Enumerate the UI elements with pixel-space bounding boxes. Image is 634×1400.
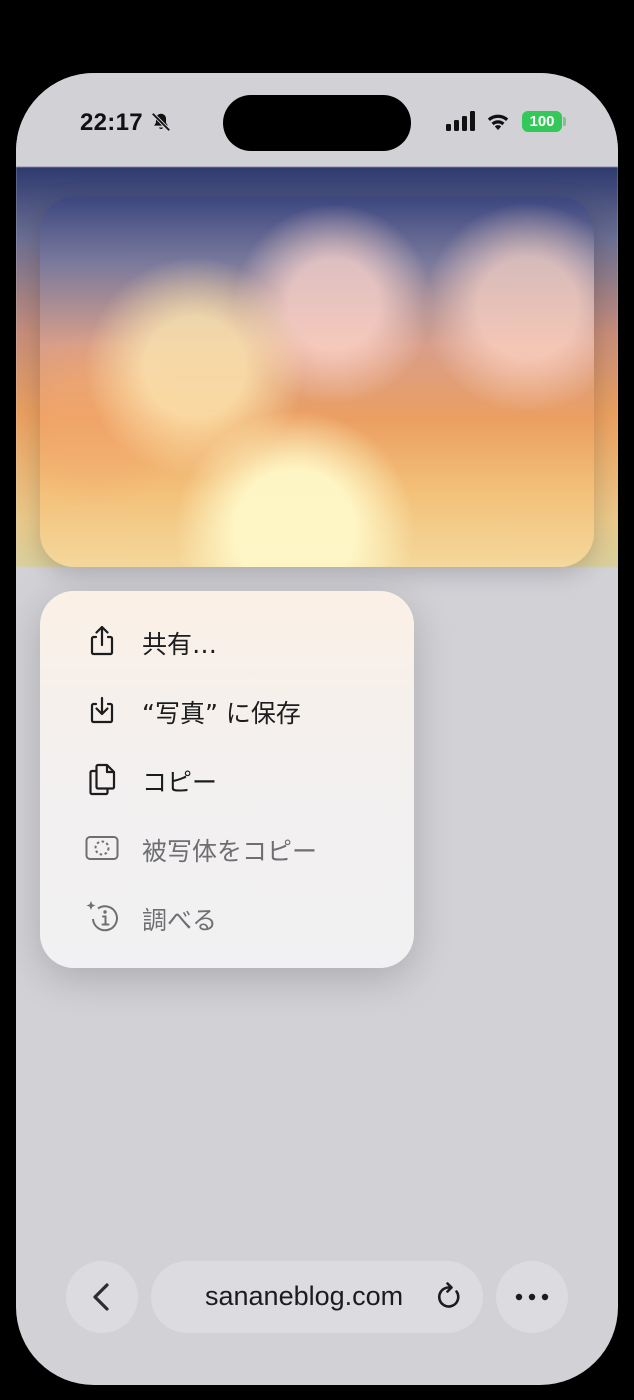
back-button[interactable] (66, 1261, 138, 1333)
address-bar[interactable]: sananeblog.com (151, 1261, 483, 1333)
status-bar: 22:17 100 (16, 73, 618, 167)
menu-item-save-to-photos[interactable]: “写真” に保存 (40, 680, 414, 740)
battery-cap (563, 117, 566, 126)
save-download-icon (90, 696, 114, 724)
menu-item-copy-subject[interactable]: 被写体をコピー (40, 818, 414, 878)
status-time: 22:17 (80, 109, 143, 136)
menu-item-label: コピー (142, 768, 218, 797)
reload-icon[interactable] (434, 1282, 464, 1312)
cellular-signal-icon (446, 111, 475, 131)
more-icon (515, 1293, 549, 1301)
menu-item-label: “写真” に保存 (142, 699, 301, 728)
battery-icon: 100 (522, 111, 562, 132)
more-button[interactable] (496, 1261, 568, 1333)
subject-lift-icon (85, 836, 119, 860)
visual-lookup-icon (86, 901, 118, 932)
image-preview[interactable] (40, 197, 594, 567)
copy-icon (89, 763, 116, 796)
menu-item-label: 調べる (142, 906, 218, 935)
context-menu: 共有… “写真” に保存 コピー 被写体をコピー 調べる (40, 591, 414, 968)
safari-toolbar: sananeblog.com (16, 1259, 618, 1339)
menu-item-share[interactable]: 共有… (40, 611, 414, 671)
menu-item-look-up[interactable]: 調べる (40, 887, 414, 947)
bell-slash-icon (151, 112, 171, 132)
menu-item-label: 被写体をコピー (142, 837, 318, 866)
dynamic-island (223, 95, 411, 151)
menu-item-copy[interactable]: コピー (40, 749, 414, 809)
wifi-icon (487, 114, 509, 130)
menu-item-label: 共有… (142, 630, 218, 659)
share-icon (90, 625, 114, 656)
phone-screen: 22:17 100 共有… “写真” に保存 コピー 被写体をコピー 調べる s… (16, 73, 618, 1385)
url-text: sananeblog.com (205, 1281, 404, 1311)
chevron-left-icon (93, 1283, 109, 1311)
